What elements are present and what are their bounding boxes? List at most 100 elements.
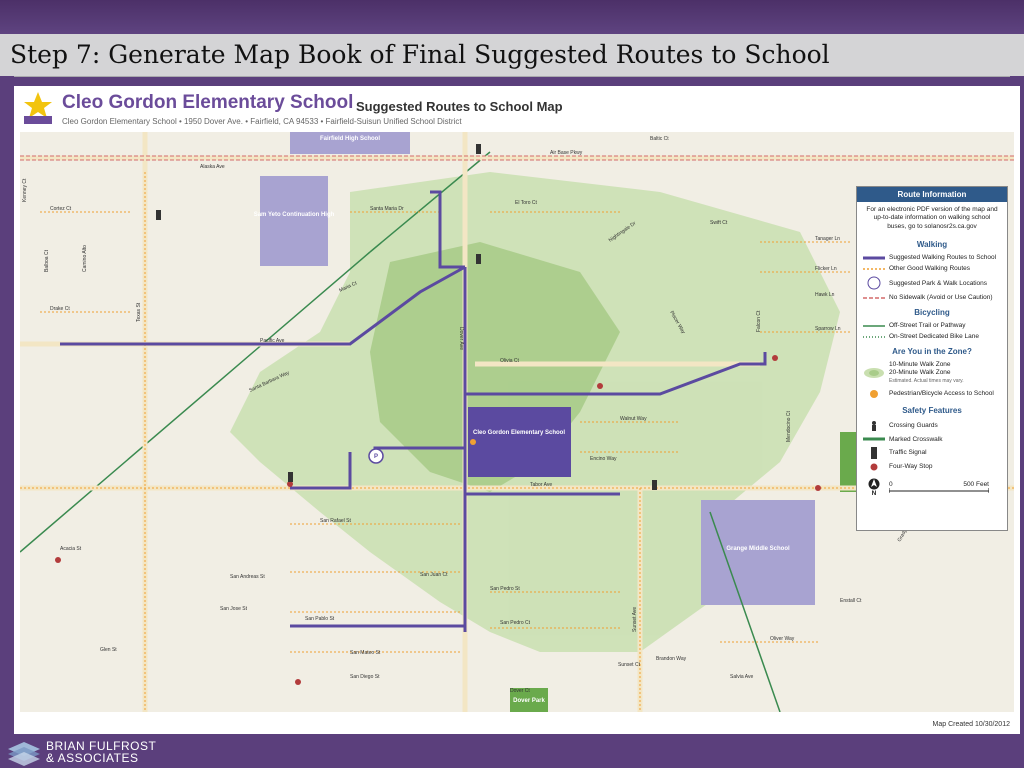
street-label-tabor: Tabor Ave	[530, 482, 552, 488]
access-point-icon	[470, 439, 476, 445]
street-label-enstall: Enstall Ct	[840, 598, 862, 604]
traffic-signal-icon	[156, 210, 161, 220]
map-canvas[interactable]: Fairfield High School Sam Yeto Continuat…	[20, 132, 1014, 712]
svg-text:P: P	[374, 454, 378, 460]
legend-item: Suggested Walking Routes to School	[863, 254, 997, 262]
legend-item: Suggested Park & Walk Locations	[857, 274, 1007, 292]
four-way-stop-icon	[295, 679, 301, 685]
four-way-stop-icon	[597, 383, 603, 389]
street-label-san-diego: San Diego St	[350, 674, 380, 680]
park-walk-icon	[867, 276, 881, 290]
legend-item: 10-Minute Walk Zone 20-Minute Walk Zone Es…	[857, 359, 1007, 386]
street-label-alaska: Alaska Ave	[200, 164, 225, 170]
street-label-san-pedro: San Pedro St	[490, 586, 520, 592]
building-grange	[701, 500, 815, 605]
legend-item: On-Street Dedicated Bike Lane	[863, 333, 979, 341]
legend-item: Traffic Signal	[857, 445, 1007, 461]
street-label-san-juan: San Juan Ct	[420, 572, 448, 578]
street-label-walnut: Walnut Way	[620, 416, 647, 422]
legend-safety-title: Safety Features	[902, 405, 962, 415]
street-label-olivia: Olivia Ct	[500, 358, 520, 364]
street-label-flicker: Flicker Ln	[815, 266, 837, 272]
crosswalk-icon	[863, 437, 885, 441]
traffic-signal-icon	[476, 144, 481, 154]
building-label-sam-yeto: Sam Yeto Continuation High	[254, 212, 335, 218]
legend-scale: N 0 500 Feet	[857, 476, 1007, 499]
four-way-stop-icon	[55, 557, 61, 563]
street-label-san-jose: San Jose St	[220, 606, 248, 612]
company-logo-icon	[8, 742, 40, 766]
legend-item: Off-Street Trail or Pathway	[863, 322, 966, 330]
street-label-pacific: Pacific Ave	[260, 338, 285, 344]
school-logo-icon	[24, 92, 52, 124]
street-label-sunset-ct: Sunset Ct	[618, 662, 641, 668]
access-point-icon	[870, 389, 878, 398]
legend-item: Four-Way Stop	[857, 461, 1007, 473]
four-way-stop-icon	[772, 355, 778, 361]
legend-zone-title: Are You in the Zone?	[892, 347, 972, 357]
street-label-sunset: Sunset Ave	[632, 607, 638, 632]
company-name: BRIAN FULFROST & ASSOCIATES	[46, 739, 157, 765]
street-label-sparrow: Sparrow Ln	[815, 326, 841, 332]
street-label-dover-ct: Dover Ct	[510, 688, 530, 694]
legend-item: Marked Crosswalk	[857, 434, 1007, 445]
street-label-santa-maria: Santa Maria Dr	[370, 206, 404, 212]
map-credit: Map Created 10/30/2012	[932, 721, 1010, 728]
traffic-signal-icon	[871, 446, 877, 459]
north-arrow-icon	[868, 478, 880, 490]
legend-header: Route Information	[857, 187, 1007, 202]
street-label-camino: Camino Alto	[82, 245, 88, 272]
street-label-acacia: Acacia St	[60, 546, 82, 552]
street-label-kenney: Kenney Ct	[22, 178, 28, 202]
building-label-grange: Grange Middle School	[726, 546, 790, 552]
street-label-san-rafael: San Rafael St	[320, 518, 351, 524]
map-frame: Cleo Gordon Elementary School Suggested …	[14, 86, 1020, 734]
legend-item: No Sidewalk (Avoid or Use Caution)	[863, 294, 993, 302]
street-label-san-mateo: San Mateo St	[350, 650, 381, 656]
street-label-mendocino: Mendocino Ct	[786, 411, 792, 442]
map-title: Suggested Routes to School Map	[356, 99, 563, 114]
slide-top-band	[0, 0, 1024, 34]
street-label-balboa: Balboa Ct	[44, 249, 50, 272]
legend-item: Crossing Guards	[857, 418, 1007, 434]
street-label-drake: Drake Ct	[50, 306, 70, 312]
street-label-el-toro: El Toro Ct	[515, 200, 537, 206]
building-label-fairfield-hs: Fairfield High School	[320, 136, 380, 142]
street-label-cortez: Cortez Ct	[50, 206, 72, 212]
street-label-hawk: Hawk Ln	[815, 292, 835, 298]
building-sam-yeto	[260, 176, 328, 266]
school-name: Cleo Gordon Elementary School	[62, 92, 354, 113]
four-way-stop-icon	[870, 463, 878, 471]
building-label-cleo-gordon: Cleo Gordon Elementary School	[473, 430, 565, 436]
building-cleo-gordon	[468, 407, 571, 477]
street-label-glen: Glen St	[100, 647, 117, 653]
street-label-brandon: Brandon Way	[656, 656, 687, 662]
legend-walking-title: Walking	[916, 240, 948, 250]
street-label-tanager: Tanager Ln	[815, 236, 840, 242]
street-label-texas: Texas St	[136, 302, 142, 322]
scale-bar	[889, 488, 989, 494]
map-subtitle: Cleo Gordon Elementary School • 1950 Dov…	[62, 117, 462, 126]
street-label-falcon: Falcon Ct	[756, 310, 762, 332]
street-label-baltic: Baltic Ct	[650, 136, 669, 142]
crossing-guard-icon	[872, 420, 876, 431]
street-label-san-pablo: San Pablo St	[305, 616, 335, 622]
street-label-swift: Swift Ct	[710, 220, 728, 226]
street-label-air-base: Air Base Pkwy	[550, 150, 583, 156]
legend-item: Other Good Walking Routes	[863, 265, 971, 273]
slide-title-bar: Step 7: Generate Map Book of Final Sugge…	[0, 34, 1024, 77]
traffic-signal-icon	[288, 472, 293, 482]
street-label-salvia: Salvia Ave	[730, 674, 753, 680]
street-label-oliver: Oliver Way	[770, 636, 795, 642]
legend-item: Pedestrian/Bicycle Access to School	[857, 387, 1007, 401]
traffic-signal-icon	[652, 480, 657, 490]
legend-panel: Route Information For an electronic PDF …	[856, 186, 1008, 531]
four-way-stop-icon	[815, 485, 821, 491]
slide-left-band	[0, 76, 14, 768]
traffic-signal-icon	[476, 254, 481, 264]
street-label-encino: Encino Way	[590, 456, 617, 462]
park-label-dover: Dover Park	[513, 698, 545, 704]
street-label-san-pedro-ct: San Pedro Ct	[500, 620, 531, 626]
street-label-san-andreas: San Andreas St	[230, 574, 265, 580]
street-label-dover: Dover Ave	[458, 327, 464, 350]
